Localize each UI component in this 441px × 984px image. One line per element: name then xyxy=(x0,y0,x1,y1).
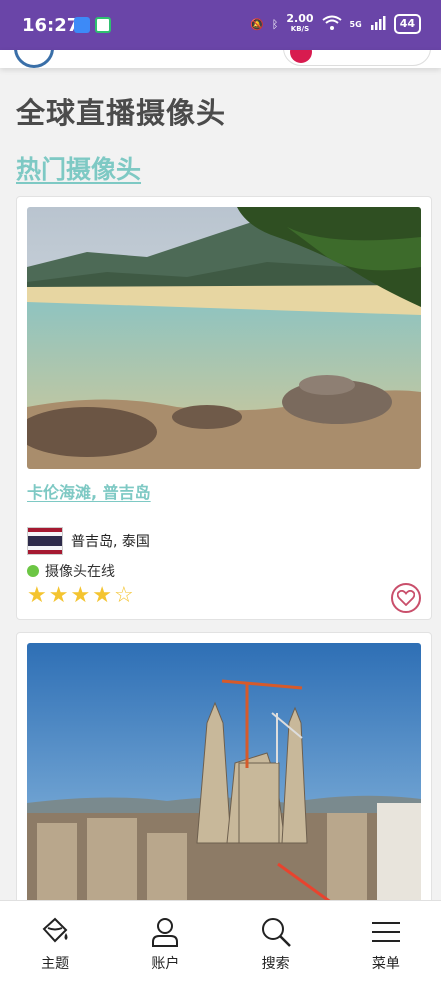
site-logo[interactable] xyxy=(14,50,54,68)
signal-icon xyxy=(370,15,386,34)
network-speed-unit: KB/S xyxy=(290,25,310,33)
nav-item-account[interactable]: 账户 xyxy=(110,901,220,984)
camera-thumbnail[interactable] xyxy=(27,207,421,469)
network-speed-value: 2.00 xyxy=(286,12,314,25)
status-time: 16:27 xyxy=(22,15,80,36)
camera-status: 摄像头在线 xyxy=(27,561,115,581)
nav-item-search[interactable]: 搜索 xyxy=(221,901,331,984)
heart-icon xyxy=(397,590,415,606)
online-dot-icon xyxy=(27,565,39,577)
menu-icon xyxy=(371,922,400,942)
camera-location: 普吉岛, 泰国 xyxy=(27,527,150,555)
nav-item-label: 菜单 xyxy=(371,956,400,972)
user-icon xyxy=(152,918,179,947)
favorite-button[interactable] xyxy=(391,583,421,613)
header-action-icon xyxy=(290,50,312,63)
signal-label: 5G xyxy=(349,19,362,29)
rating-stars: ★ ★ ★ ★ ☆ xyxy=(27,583,134,609)
star-filled-icon: ★ xyxy=(48,583,69,608)
bluetooth-icon: ᛒ xyxy=(271,17,279,31)
nav-item-label: 账户 xyxy=(151,956,180,972)
nav-item-theme[interactable]: 主题 xyxy=(0,901,110,984)
search-icon xyxy=(261,918,291,947)
site-header xyxy=(0,50,441,68)
star-filled-icon: ★ xyxy=(92,583,112,608)
header-action-button[interactable] xyxy=(283,50,431,66)
camera-title-link[interactable]: 卡伦海滩, 普吉岛 xyxy=(27,479,151,503)
thailand-flag-icon xyxy=(27,527,63,555)
paint-bucket-icon xyxy=(42,917,68,943)
camera-location-text: 普吉岛, 泰国 xyxy=(71,534,150,550)
nav-item-menu[interactable]: 菜单 xyxy=(331,901,441,984)
status-bar: 16:27 🔕 ᛒ 2.00 KB/S 5G 44 xyxy=(0,0,441,50)
battery-indicator: 44 xyxy=(393,14,421,34)
bottom-navigation: 主题 账户 搜索 菜单 xyxy=(0,900,441,984)
star-filled-icon: ★ xyxy=(70,583,91,608)
network-speed: 2.00 KB/S xyxy=(286,12,314,34)
status-icons: 🔕 ᛒ 2.00 KB/S 5G 44 xyxy=(250,12,421,34)
wifi-icon xyxy=(321,15,342,34)
star-empty-icon: ☆ xyxy=(113,583,134,608)
star-filled-icon: ★ xyxy=(27,583,47,608)
section-link-popular[interactable]: 热门摄像头 xyxy=(16,150,141,186)
page-title: 全球直播摄像头 xyxy=(16,96,227,130)
camera-status-text: 摄像头在线 xyxy=(45,564,115,580)
nav-item-label: 主题 xyxy=(41,956,70,972)
app-notification-icon xyxy=(74,17,90,33)
nav-item-label: 搜索 xyxy=(261,956,290,972)
app-notification-icon xyxy=(95,17,111,33)
mute-icon: 🔕 xyxy=(250,17,264,31)
camera-card[interactable]: 卡伦海滩, 普吉岛 普吉岛, 泰国 摄像头在线 ★ ★ ★ ★ ☆ xyxy=(16,196,432,620)
